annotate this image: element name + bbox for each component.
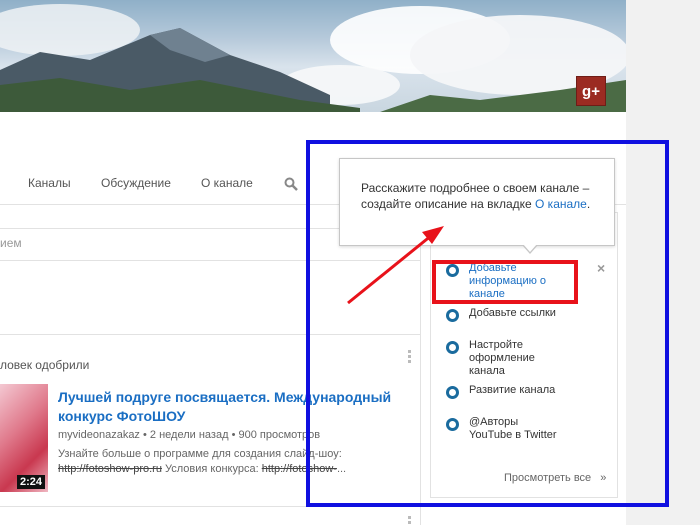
annotation-arrow-icon <box>347 226 444 305</box>
